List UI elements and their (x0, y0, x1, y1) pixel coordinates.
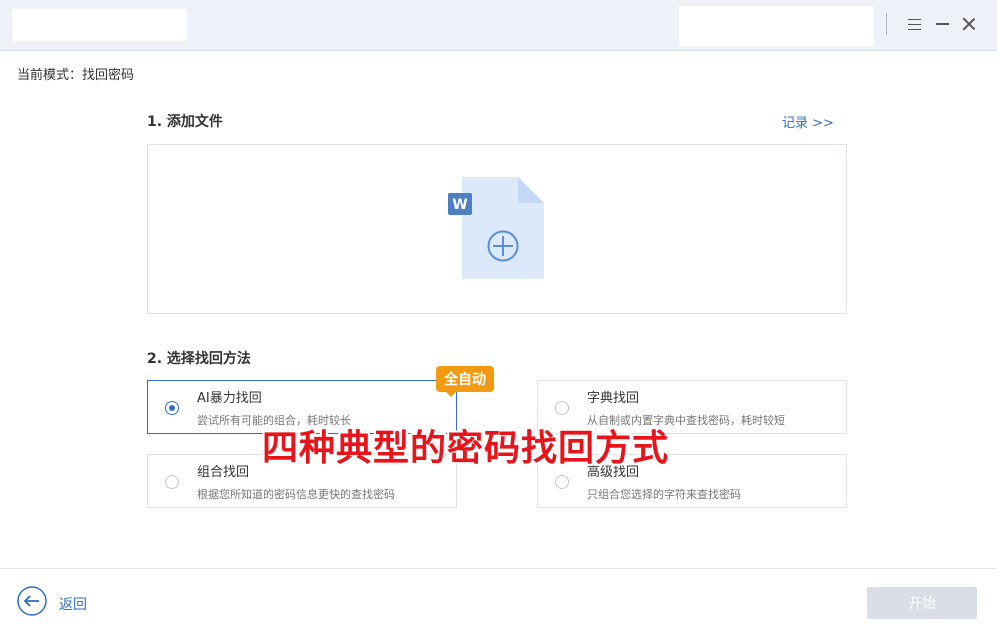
radio-selected-dot (169, 405, 175, 411)
option-title: 组合找回 (197, 465, 250, 480)
radio-advanced[interactable] (555, 475, 569, 489)
step2-title: 2. 选择找回方法 (147, 351, 251, 367)
footer-divider (0, 568, 997, 569)
word-document-add-icon: W (448, 177, 544, 279)
back-button[interactable]: 返回 (59, 594, 87, 614)
step1-title: 1. 添加文件 (147, 114, 223, 130)
records-link[interactable]: 记录 >> (782, 112, 834, 131)
menu-button[interactable] (903, 12, 925, 36)
close-icon (962, 17, 976, 31)
option-desc: 只组合您选择的字符来查找密码 (587, 488, 741, 501)
menu-icon (907, 18, 921, 30)
title-bar (0, 0, 997, 51)
option-title: AI暴力找回 (197, 391, 262, 406)
minimize-button[interactable] (931, 12, 953, 36)
close-button[interactable] (958, 12, 980, 36)
radio-dictionary[interactable] (555, 401, 569, 415)
auto-badge: 全自动 (436, 366, 494, 397)
radio-combination[interactable] (165, 475, 179, 489)
overlay-caption: 四种典型的密码找回方式 (262, 428, 670, 469)
radio-ai-brute-force[interactable] (165, 401, 179, 415)
current-mode-label: 当前模式：找回密码 (17, 68, 135, 83)
option-desc: 根据您所知道的密码信息更快的查找密码 (197, 488, 395, 501)
minimize-icon (935, 23, 949, 25)
title-bar-divider (886, 13, 887, 35)
file-dropzone[interactable]: W (147, 144, 847, 314)
account-area[interactable] (679, 6, 874, 46)
app-title-area (12, 9, 187, 41)
option-title: 字典找回 (587, 391, 640, 406)
word-badge-letter: W (452, 197, 467, 213)
start-button[interactable]: 开始 (867, 587, 977, 619)
back-arrow-icon[interactable] (17, 586, 47, 616)
